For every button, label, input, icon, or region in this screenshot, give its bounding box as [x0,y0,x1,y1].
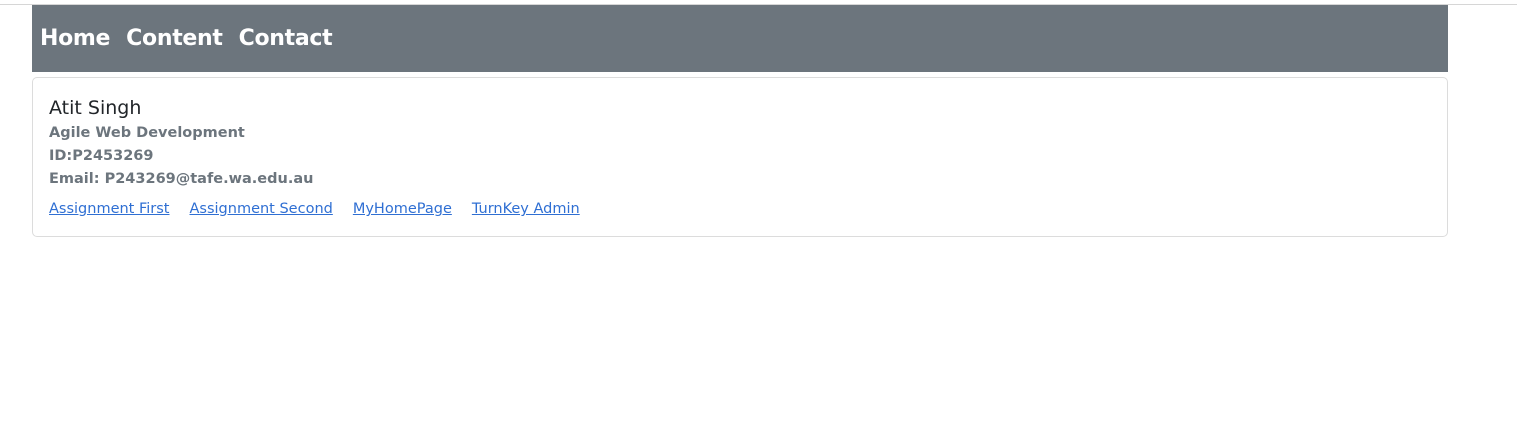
top-navbar: Home Content Contact [32,5,1448,72]
profile-course: Agile Web Development [49,125,245,141]
profile-email: Email: P243269@tafe.wa.edu.au [49,171,314,187]
profile-card: Atit Singh Agile Web Development ID:P245… [32,77,1448,237]
profile-links: Assignment First Assignment Second MyHom… [49,200,600,218]
nav-content-link[interactable]: Content [126,27,223,50]
nav-contact-link[interactable]: Contact [239,27,333,50]
nav-home-link[interactable]: Home [40,27,110,50]
assignment-second-link[interactable]: Assignment Second [190,200,333,218]
profile-card-body: Atit Singh Agile Web Development ID:P245… [49,78,1431,236]
profile-id: ID:P2453269 [49,148,154,164]
myhomepage-link[interactable]: MyHomePage [353,200,452,218]
assignment-first-link[interactable]: Assignment First [49,200,170,218]
profile-name: Atit Singh [49,97,142,119]
turnkey-admin-link[interactable]: TurnKey Admin [472,200,580,218]
